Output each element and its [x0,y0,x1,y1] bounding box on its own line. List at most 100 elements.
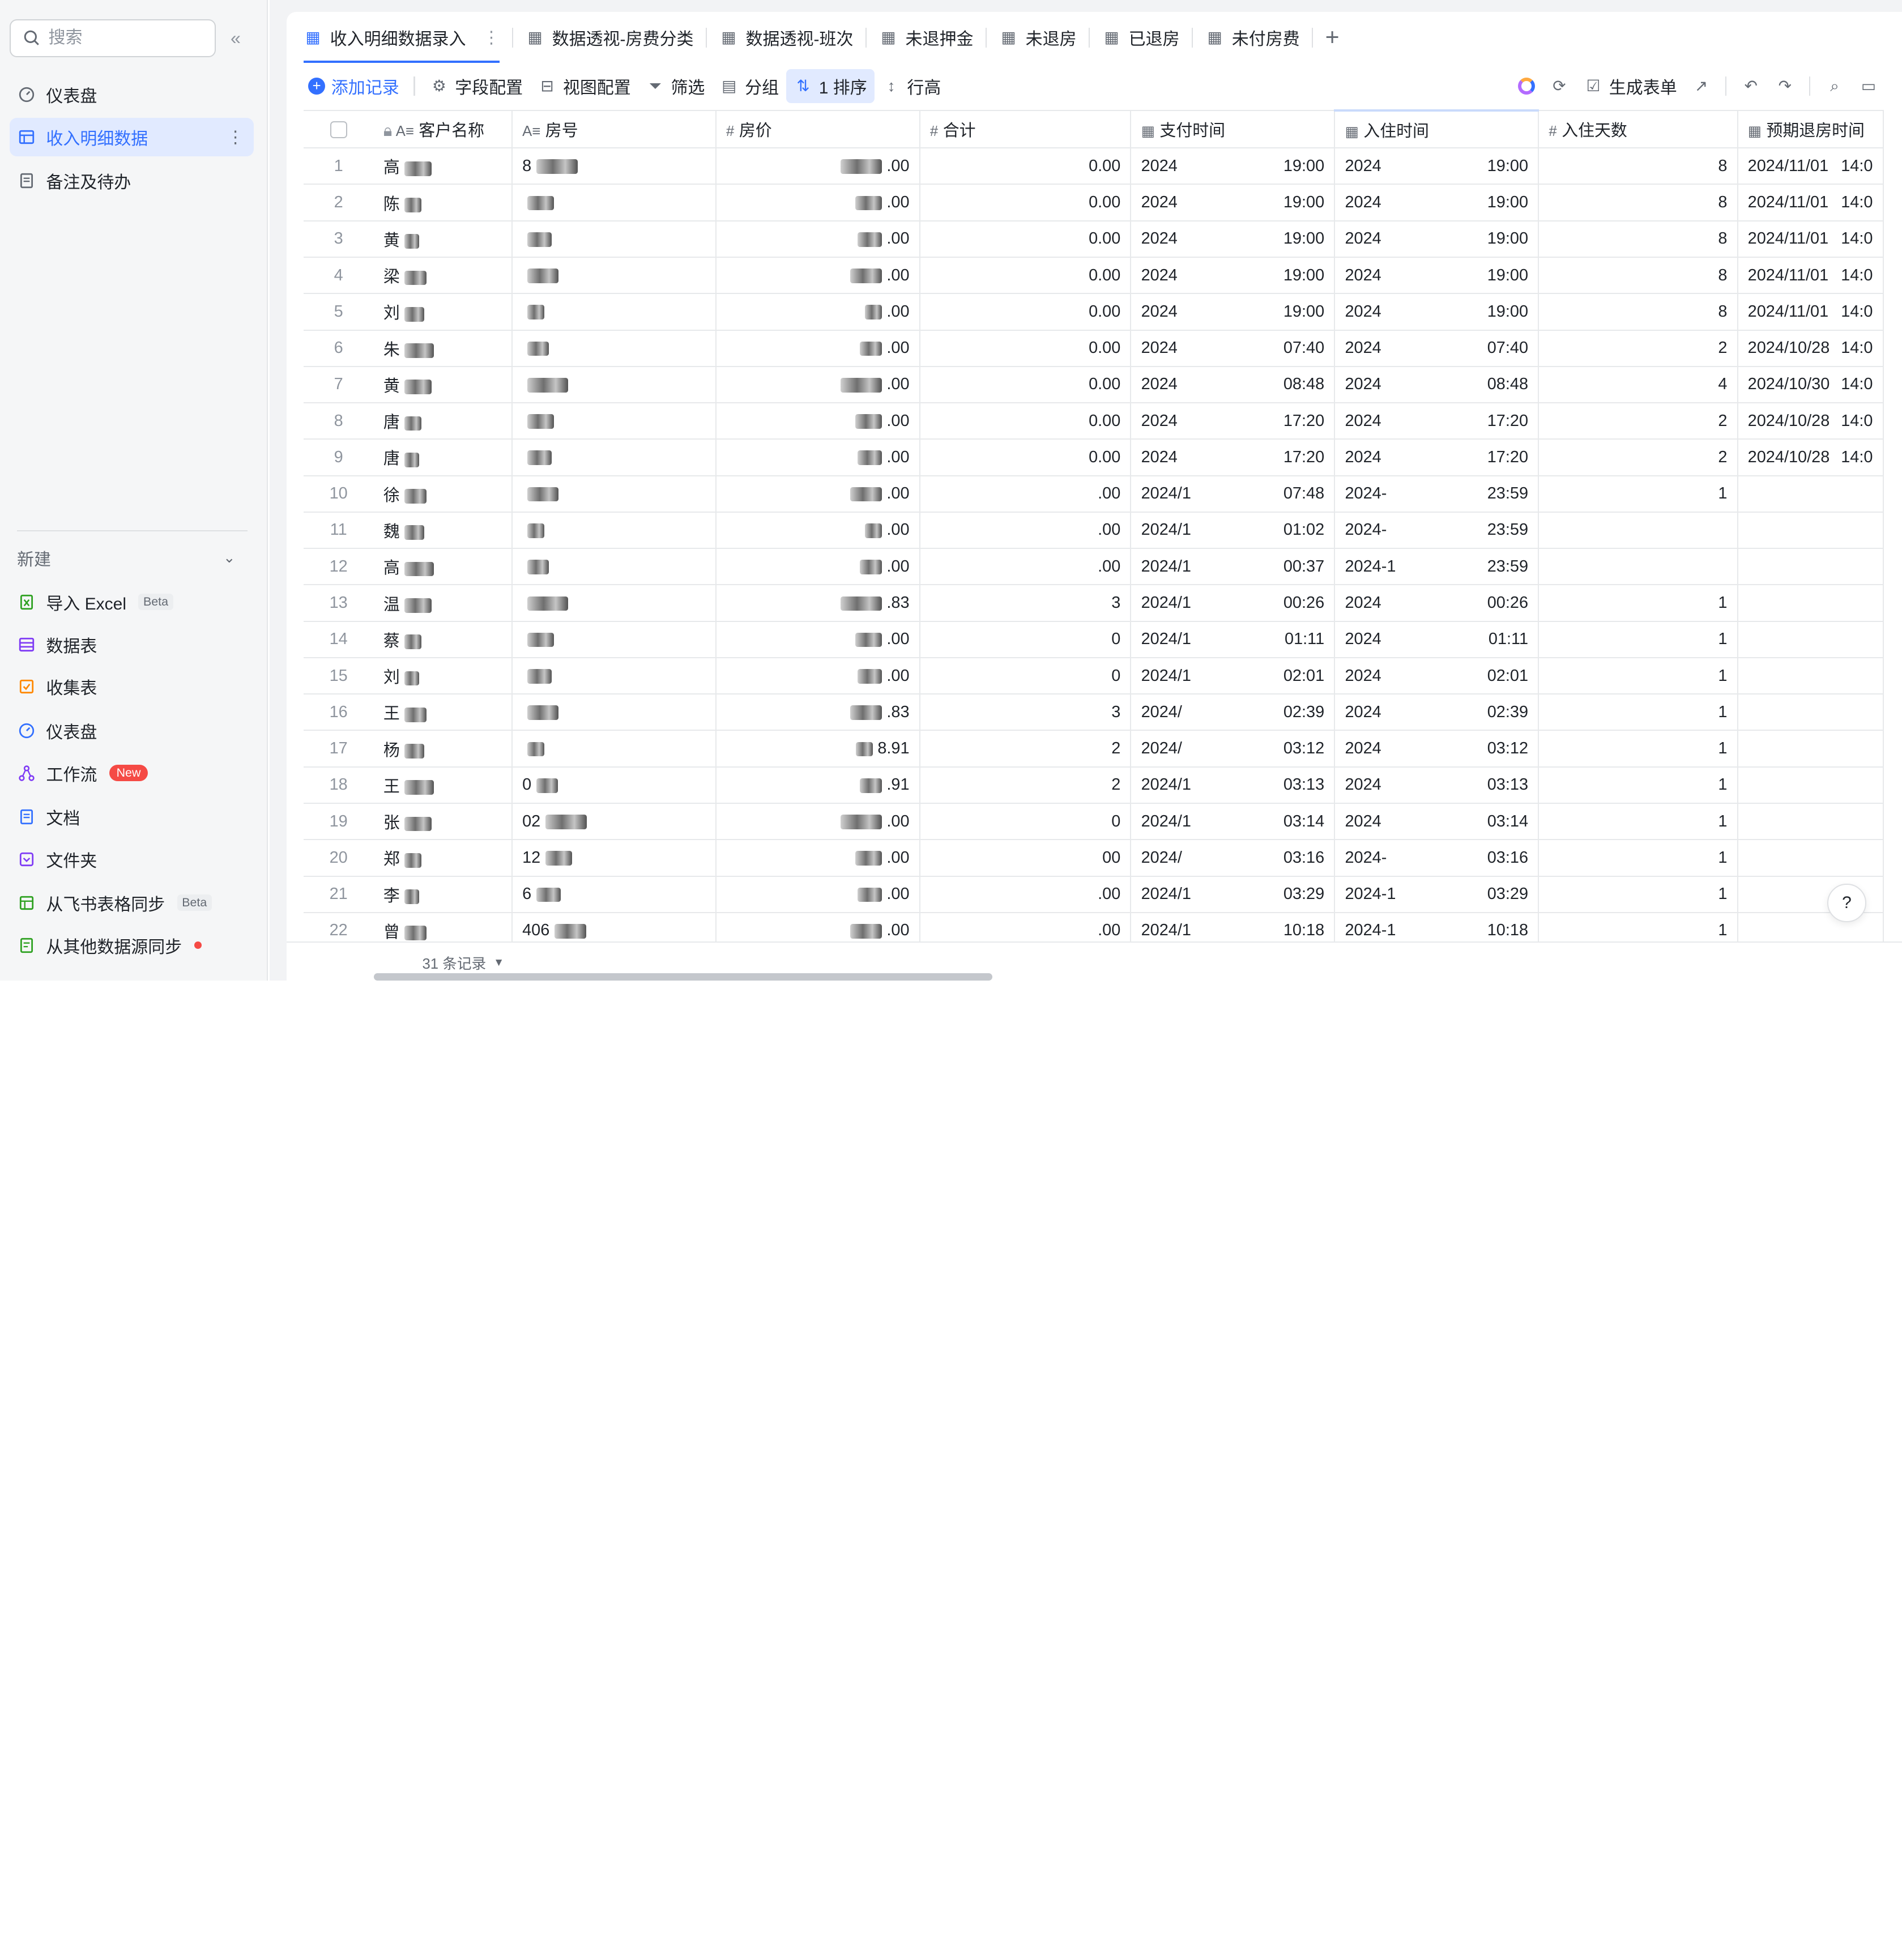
cell-checkin-time[interactable]: 2024 17:20 [1334,403,1539,440]
row-number[interactable]: 4 [303,257,374,295]
table-row[interactable]: 1 高 8 .00 0.00 2024 19:00 2024 19:00 8 2024/11/01 1… [303,148,1884,185]
automation-icon[interactable]: ⟳ [1542,69,1576,103]
cell-price[interactable]: .00 [715,657,920,695]
cell-stay-days[interactable]: 8 [1538,293,1738,331]
column-header-customer[interactable]: 🔒︎ A≡ 客户名称 [373,109,513,149]
sidebar-item-notes-todo[interactable]: 备注及待办 [10,161,254,201]
cell-customer[interactable]: 朱 [373,330,513,367]
cell-pay-time[interactable]: 2024/1 07:48 [1131,475,1336,513]
cell-customer[interactable]: 曾 [373,912,513,942]
ai-assistant-icon[interactable] [1511,69,1542,103]
cell-price[interactable]: 8.91 [715,730,920,768]
row-number[interactable]: 9 [303,439,374,476]
cell-total[interactable]: 0.00 [919,403,1132,440]
cell-pay-time[interactable]: 2024/03:12 [1131,730,1336,768]
cell-customer[interactable]: 唐 [373,439,513,476]
cell-price[interactable]: .00 [715,148,920,185]
cell-total[interactable]: 2 [919,766,1132,804]
cell-pay-time[interactable]: 2024/1 02:01 [1131,657,1336,695]
cell-customer[interactable]: 刘 [373,293,513,331]
cell-checkin-time[interactable]: 2024 19:00 [1334,293,1539,331]
help-button[interactable]: ? [1827,883,1866,923]
cell-customer[interactable]: 李 [373,876,513,913]
chevron-down-icon[interactable]: ⌄ [223,549,236,566]
cell-stay-days[interactable]: 1 [1538,730,1738,768]
column-header-room[interactable]: A≡ 房号 [511,109,717,149]
row-number[interactable]: 15 [303,657,374,695]
cell-stay-days[interactable] [1538,548,1738,586]
sidebar-item-dashboard[interactable]: 仪表盘 [10,75,254,114]
row-number[interactable]: 1 [303,148,374,185]
cell-expected-checkout[interactable] [1737,803,1884,841]
cell-price[interactable]: .00 [715,403,920,440]
table-row[interactable]: 10 徐 .00 .00 2024/1 07:48 2024- 23:59 1 [303,475,1884,513]
cell-checkin-time[interactable]: 2024 19:00 [1334,220,1539,258]
cell-price[interactable]: .83 [715,585,920,622]
row-number[interactable]: 5 [303,293,374,331]
cell-price[interactable]: .91 [715,766,920,804]
cell-room[interactable] [511,730,717,768]
table-row[interactable]: 6 朱 .00 0.00 2024 07:40 2024 07:40 2 2024/10/28 14… [303,330,1884,367]
cell-room[interactable] [511,366,717,404]
cell-room[interactable] [511,403,717,440]
cell-expected-checkout[interactable] [1737,694,1884,731]
create-datasource-sync[interactable]: 从其他数据源同步 [17,927,202,964]
cell-price[interactable]: .00 [715,439,920,476]
tab-deposit-unreturned[interactable]: ▦ 未退押金 [867,12,986,63]
cell-pay-time[interactable]: 2024/02:39 [1131,694,1336,731]
cell-customer[interactable]: 魏 [373,512,513,549]
tab-unpaid-room-fee[interactable]: ▦ 未付房费 [1193,12,1312,63]
cell-stay-days[interactable]: 8 [1538,257,1738,295]
cell-checkin-time[interactable]: 2024 03:14 [1334,803,1539,841]
row-number[interactable]: 18 [303,766,374,804]
tab-income-entry[interactable]: ▦ 收入明细数据录入 ⋮ [291,12,512,63]
cell-pay-time[interactable]: 2024/1 01:11 [1131,621,1336,658]
undo-icon[interactable]: ↶ [1734,69,1768,103]
row-number[interactable]: 22 [303,912,374,942]
cell-room[interactable] [511,439,717,476]
cell-room[interactable] [511,512,717,549]
select-all-checkbox[interactable] [330,121,347,138]
cell-total[interactable]: 0.00 [919,439,1132,476]
cell-stay-days[interactable]: 8 [1538,148,1738,185]
cell-room[interactable] [511,475,717,513]
create-sheet-sync[interactable]: 从飞书表格同步 Beta [17,885,212,921]
cell-customer[interactable]: 黄 [373,220,513,258]
cell-room[interactable]: 12 [511,840,717,877]
redo-icon[interactable]: ↷ [1768,69,1802,103]
tab-pivot-room-fee[interactable]: ▦ 数据透视-房费分类 [513,12,706,63]
table-row[interactable]: 22 曾 406 .00 .00 2024/1 10:18 2024-1 10:18 1 [303,912,1884,942]
cell-price[interactable]: .00 [715,330,920,367]
cell-stay-days[interactable]: 1 [1538,657,1738,695]
cell-pay-time[interactable]: 2024 19:00 [1131,184,1336,221]
cell-price[interactable]: .00 [715,293,920,331]
cell-total[interactable]: 0.00 [919,293,1132,331]
cell-expected-checkout[interactable] [1737,912,1884,942]
table-row[interactable]: 3 黄 .00 0.00 2024 19:00 2024 19:00 8 2024/11/01 14… [303,220,1884,258]
cell-total[interactable]: .00 [919,876,1132,913]
column-header-expected-checkout[interactable]: ▦ 预期退房时间 [1737,109,1884,149]
cell-total[interactable]: 0.00 [919,148,1132,185]
cell-stay-days[interactable]: 2 [1538,403,1738,440]
cell-checkin-time[interactable]: 2024 01:11 [1334,621,1539,658]
cell-price[interactable]: .00 [715,512,920,549]
cell-total[interactable]: 0.00 [919,257,1132,295]
cell-pay-time[interactable]: 2024 08:48 [1131,366,1336,404]
cell-stay-days[interactable]: 2 [1538,439,1738,476]
cell-expected-checkout[interactable]: 2024/11/01 14:0 [1737,184,1884,221]
cell-stay-days[interactable]: 8 [1538,184,1738,221]
table-row[interactable]: 13 温 .83 3 2024/1 00:26 2024 00:26 1 [303,585,1884,622]
cell-checkin-time[interactable]: 2024 02:01 [1334,657,1539,695]
row-number[interactable]: 20 [303,840,374,877]
cell-checkin-time[interactable]: 2024 19:00 [1334,184,1539,221]
group-button[interactable]: ▤ 分组 [712,69,786,103]
cell-checkin-time[interactable]: 2024 03:13 [1334,766,1539,804]
cell-room[interactable]: 8 [511,148,717,185]
cell-stay-days[interactable]: 1 [1538,840,1738,877]
row-number[interactable]: 10 [303,475,374,513]
cell-stay-days[interactable]: 1 [1538,876,1738,913]
table-row[interactable]: 17 杨 8.91 2 2024/03:12 2024 03:12 1 [303,730,1884,768]
sort-button[interactable]: ⇅ 1 排序 [786,69,875,104]
cell-room[interactable] [511,585,717,622]
cell-room[interactable] [511,330,717,367]
